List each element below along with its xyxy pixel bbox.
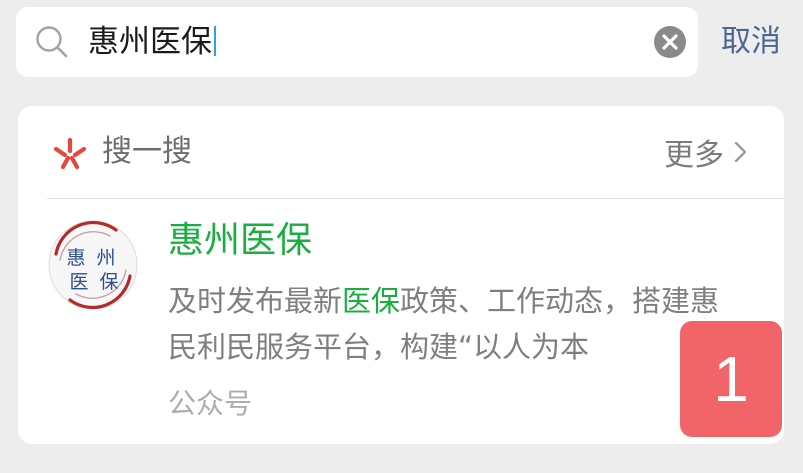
- search-icon: [36, 26, 68, 58]
- desc-highlight: 医保: [342, 284, 401, 318]
- desc-before: 及时发布最新: [168, 284, 343, 318]
- step-number-badge: 1: [680, 321, 782, 437]
- search-result-card: 搜一搜 更多 惠 州 医 保 惠州医保 及时发布最新医保政策、工作动态，搭建惠民…: [18, 106, 784, 444]
- divider: [47, 198, 784, 199]
- search-input[interactable]: 惠州医保: [88, 24, 216, 60]
- search-box[interactable]: 惠州医保: [16, 7, 698, 77]
- avatar-char-3: 医: [69, 271, 88, 293]
- avatar-char-4: 保: [99, 271, 118, 293]
- chevron-right-icon: [734, 141, 747, 163]
- cancel-button[interactable]: 取消: [721, 22, 781, 62]
- sousou-logo-icon: [53, 137, 87, 170]
- result-title[interactable]: 惠州医保: [168, 218, 312, 264]
- more-label: 更多: [664, 138, 724, 173]
- avatar-char-2: 州: [96, 247, 115, 269]
- section-title: 搜一搜: [102, 134, 192, 169]
- avatar-char-1: 惠: [66, 247, 85, 269]
- search-query: 惠州医保: [88, 24, 212, 60]
- text-caret: [214, 26, 216, 56]
- result-description: 及时发布最新医保政策、工作动态，搭建惠民利民服务平台，构建“以人为本: [168, 278, 738, 370]
- clear-icon[interactable]: [653, 25, 687, 59]
- account-type-label: 公众号: [168, 387, 253, 420]
- more-button[interactable]: 更多: [664, 132, 750, 173]
- account-avatar: 惠 州 医 保: [48, 220, 138, 310]
- sousou-section-header: 搜一搜 更多: [18, 106, 784, 198]
